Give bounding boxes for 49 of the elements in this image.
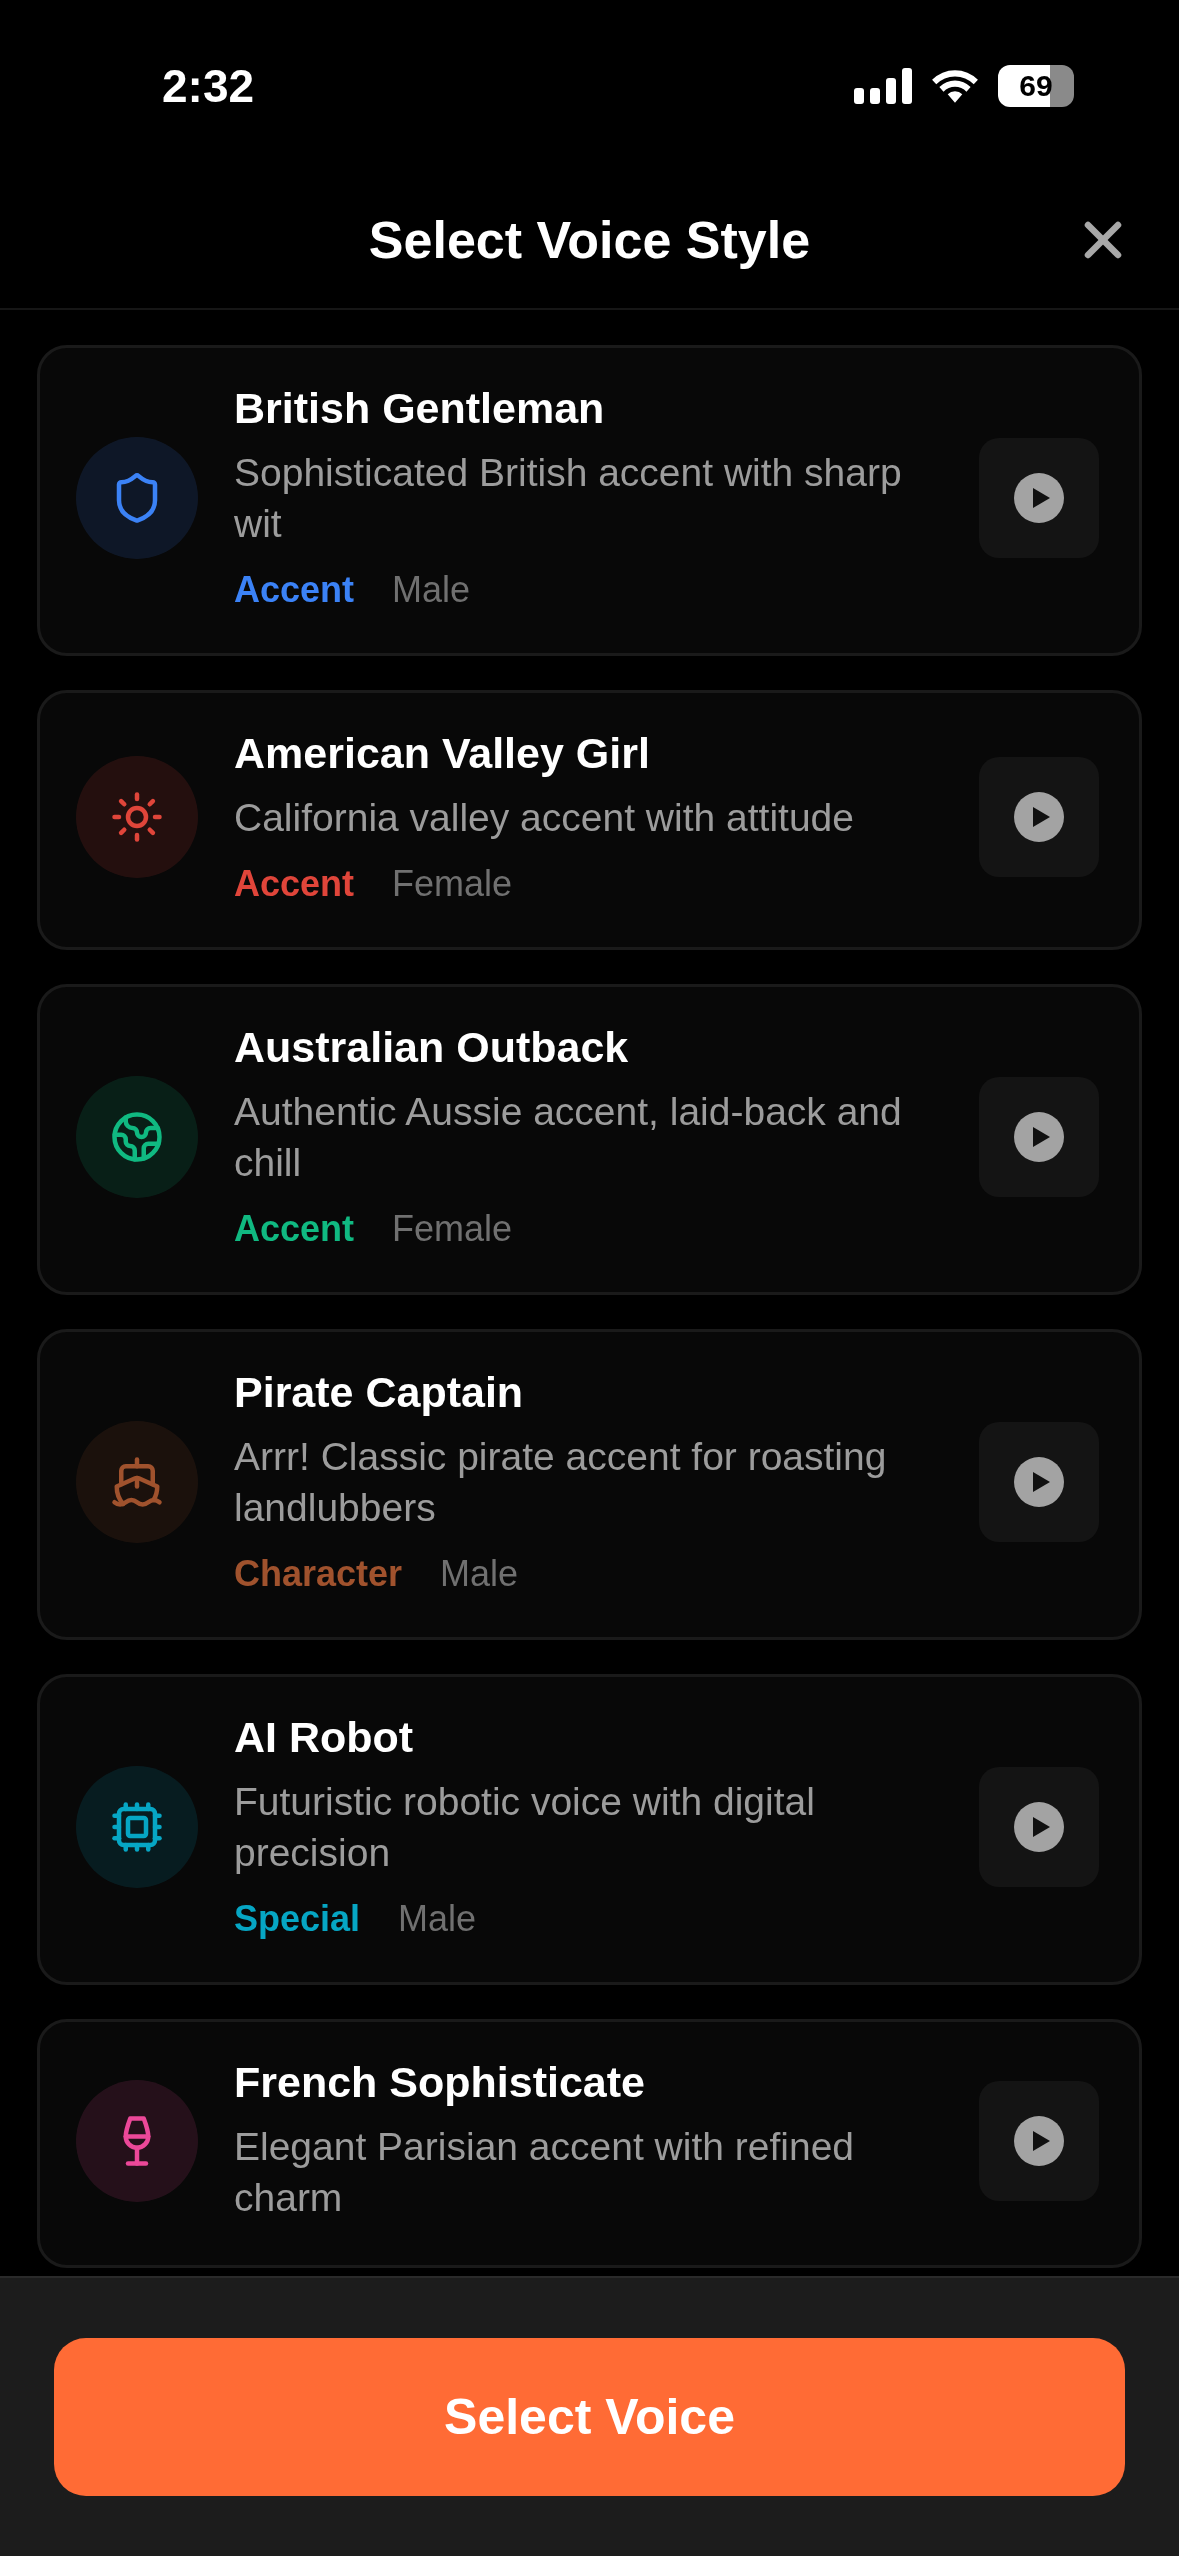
voice-gender: Female	[392, 1208, 513, 1250]
voice-card[interactable]: American Valley Girl California valley accent with attitude Accent Female	[37, 690, 1142, 950]
play-button[interactable]	[979, 437, 1099, 558]
play-button[interactable]	[979, 757, 1099, 877]
ship-icon	[110, 1454, 164, 1509]
voice-category: Accent	[234, 569, 355, 611]
play-icon	[1014, 1456, 1064, 1507]
voice-name: Pirate Captain	[234, 1368, 525, 1417]
play-icon	[1014, 472, 1064, 523]
battery-indicator: 69	[998, 65, 1074, 107]
voice-gender: Male	[398, 1898, 477, 1940]
signal-icon	[854, 66, 912, 106]
voice-name: British Gentleman	[234, 384, 606, 433]
play-icon	[1014, 1801, 1064, 1852]
voice-category: Special	[234, 1898, 361, 1940]
voice-description: Arrr! Classic pirate accent for roasting landlubbers	[234, 1434, 888, 1531]
screen-title: Select Voice Style	[368, 210, 811, 270]
voice-description: Authentic Aussie accent, laid-back and chill	[234, 1089, 903, 1186]
voice-category: Accent	[234, 863, 355, 905]
play-button[interactable]	[979, 1421, 1099, 1542]
voice-card[interactable]: Pirate Captain Arrr! Classic pirate accent for roasting landlubbers Character Male	[37, 1329, 1142, 1640]
status-time: 2:32	[162, 59, 255, 113]
voice-category: Character	[234, 1553, 403, 1595]
play-icon	[1014, 792, 1064, 842]
voice-name: French Sophisticate	[234, 2058, 646, 2107]
voice-card[interactable]: French Sophisticate Elegant Parisian accent with refined charm	[37, 2019, 1142, 2268]
voice-gender: Male	[440, 1553, 519, 1595]
voice-description: Sophisticated British accent with sharp wit	[234, 450, 903, 547]
voice-gender: Female	[392, 863, 513, 905]
voice-name: AI Robot	[234, 1713, 415, 1762]
voice-description: California valley accent with attitude	[234, 795, 855, 841]
globe-icon	[110, 1109, 164, 1164]
wifi-icon	[930, 67, 980, 105]
voice-name: American Valley Girl	[234, 729, 651, 778]
voice-card[interactable]: Australian Outback Authentic Aussie accent, laid-back and chill Accent Female	[37, 984, 1142, 1295]
play-icon	[1014, 1111, 1064, 1162]
voice-gender: Male	[392, 569, 471, 611]
voice-card[interactable]: AI Robot Futuristic robotic voice with digital precision Special Male	[37, 1674, 1142, 1985]
voice-card[interactable]: British Gentleman Sophisticated British accent with sharp wit Accent Male	[37, 345, 1142, 656]
play-button[interactable]	[979, 1766, 1099, 1887]
play-icon	[1014, 2115, 1064, 2166]
voice-description: Elegant Parisian accent with refined charm	[234, 2124, 856, 2221]
voice-category: Accent	[234, 1208, 355, 1250]
voice-description: Futuristic robotic voice with digital precision	[234, 1779, 816, 1876]
sun-icon	[110, 790, 164, 844]
chip-icon	[110, 1799, 164, 1854]
voice-name: Australian Outback	[234, 1023, 630, 1072]
play-button[interactable]	[979, 2080, 1099, 2201]
play-button[interactable]	[979, 1076, 1099, 1197]
